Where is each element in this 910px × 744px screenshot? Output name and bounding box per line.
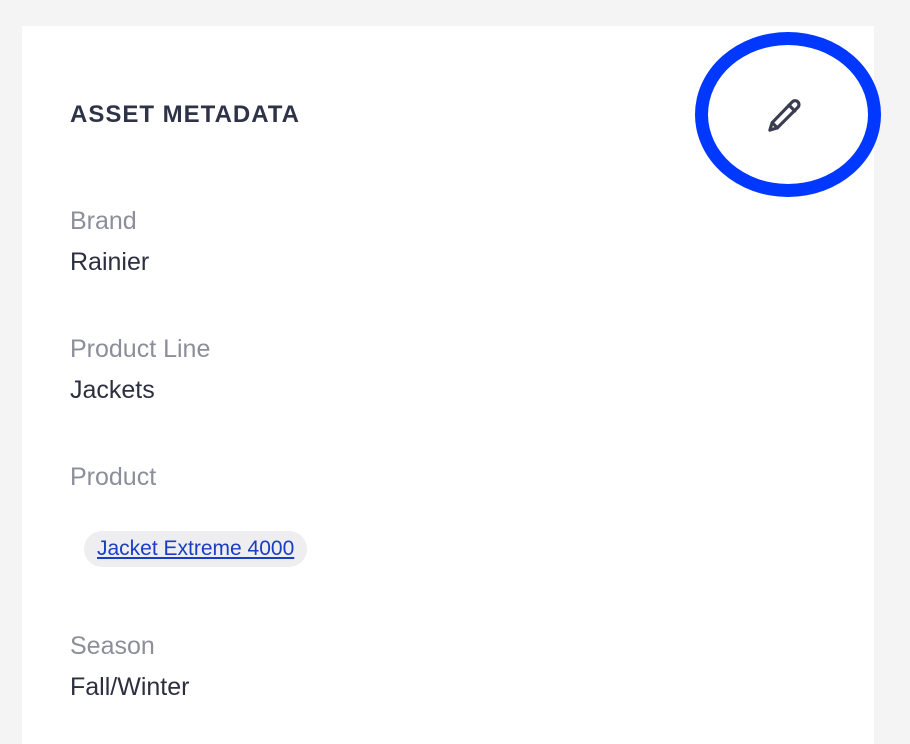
field-value-product-line: Jackets xyxy=(70,376,155,404)
asset-metadata-panel: ASSET METADATA Brand Rainier Product Lin… xyxy=(22,26,874,744)
field-label-product: Product xyxy=(70,463,157,491)
field-value-season: Fall/Winter xyxy=(70,673,190,701)
edit-button[interactable] xyxy=(758,96,810,136)
field-brand: Brand Rainier xyxy=(70,206,149,277)
field-value-brand: Rainier xyxy=(70,248,150,276)
pencil-icon xyxy=(768,99,801,132)
product-tag-link[interactable]: Jacket Extreme 4000 xyxy=(97,537,294,561)
panel-title: ASSET METADATA xyxy=(70,101,300,128)
field-product: Product xyxy=(70,462,156,492)
field-label-product-line: Product Line xyxy=(70,335,211,363)
field-label-season: Season xyxy=(70,632,155,660)
field-label-brand: Brand xyxy=(70,207,137,235)
field-season: Season Fall/Winter xyxy=(70,631,189,702)
field-product-line: Product Line Jackets xyxy=(70,334,210,405)
product-tag: Jacket Extreme 4000 xyxy=(84,531,308,567)
